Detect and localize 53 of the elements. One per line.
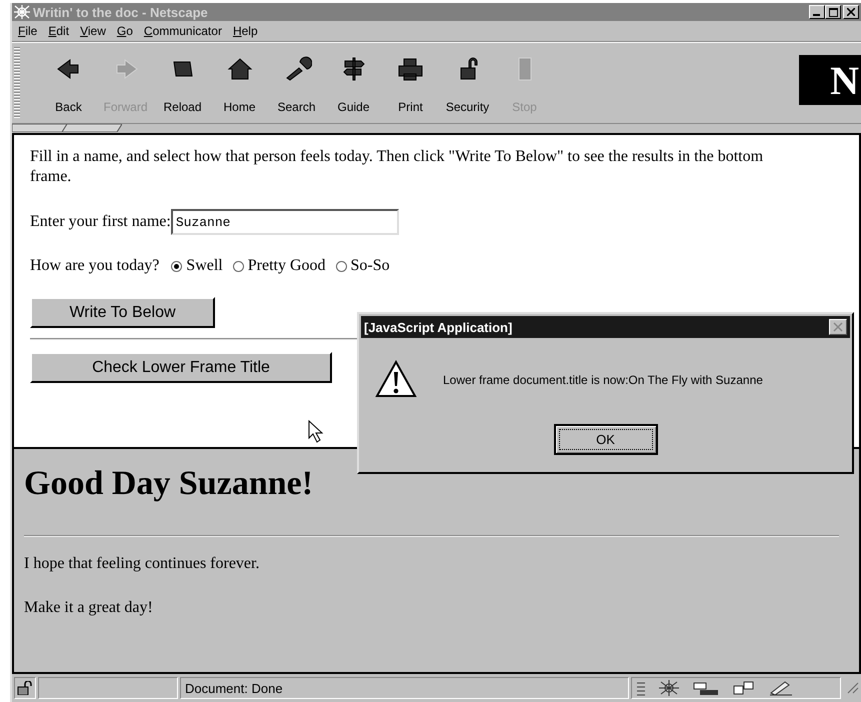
radio-label: Swell xyxy=(186,257,223,275)
radio-label: So-So xyxy=(350,257,390,275)
spider-web-icon[interactable] xyxy=(658,680,680,696)
close-button[interactable] xyxy=(843,5,859,19)
toolbar-button[interactable]: Security xyxy=(439,48,496,118)
mouse-pointer-icon xyxy=(308,420,324,444)
toolbar-button[interactable]: Guide xyxy=(325,48,382,118)
resize-grip-icon[interactable] xyxy=(847,682,859,694)
toolbar-button[interactable]: Search xyxy=(268,48,325,118)
toolbar-button[interactable]: Home xyxy=(211,48,268,118)
netscape-logo: N xyxy=(799,55,861,105)
name-label: Enter your first name: xyxy=(30,213,171,231)
write-button[interactable]: Write To Below xyxy=(30,297,215,328)
name-input-field[interactable]: Suzanne xyxy=(170,209,399,235)
ok-button[interactable]: OK xyxy=(554,424,658,455)
check-title-button[interactable]: Check Lower Frame Title xyxy=(30,352,332,383)
window-title: Writin' to the doc - Netscape xyxy=(33,4,208,20)
collapsed-toolbar-tabs[interactable] xyxy=(12,124,122,132)
radio-button[interactable] xyxy=(232,260,244,272)
mood-label: How are you today? xyxy=(30,257,160,275)
maximize-icon xyxy=(828,8,838,16)
dialog-title: [JavaScript Application] xyxy=(364,320,512,334)
menu-item[interactable]: Edit xyxy=(48,24,70,38)
menu-item[interactable]: Go xyxy=(116,24,133,38)
close-icon xyxy=(833,322,843,332)
menu-item[interactable]: File xyxy=(18,24,38,38)
toolbar-grip[interactable] xyxy=(14,47,20,119)
toolbar-button[interactable]: Back xyxy=(40,48,97,118)
maximize-button[interactable] xyxy=(825,5,841,19)
radio-label: Pretty Good xyxy=(248,257,326,275)
instruction-text: Fill in a name, and select how that person feels today. Then click "Write To Below" to see the results in the bottom frame. xyxy=(30,147,764,187)
status-text: Document: Done xyxy=(180,677,629,699)
body-text: Make it a great day! xyxy=(24,599,154,617)
radio-button[interactable] xyxy=(171,260,182,272)
menu-item[interactable]: View xyxy=(80,24,106,38)
toolbar-button[interactable]: Reload xyxy=(154,48,211,118)
pencil-icon[interactable] xyxy=(768,680,794,696)
body-text: I hope that feeling continues forever. xyxy=(24,555,260,573)
padlock-icon[interactable] xyxy=(17,681,33,695)
close-icon xyxy=(847,8,855,16)
close-button[interactable] xyxy=(829,319,847,335)
spider-web-icon xyxy=(14,5,30,19)
toolbar-button[interactable]: Print xyxy=(382,48,439,118)
chat-bubbles-icon[interactable] xyxy=(732,680,756,696)
dialog-message: Lower frame document.title is now:On The Fly with Suzanne xyxy=(443,373,763,387)
menu-item[interactable]: Help xyxy=(232,24,258,38)
component-bar-icon[interactable] xyxy=(636,680,646,696)
menu-item[interactable]: Communicator xyxy=(144,24,222,38)
warning-icon xyxy=(375,360,417,400)
printer-icon xyxy=(396,56,426,82)
radio-button[interactable] xyxy=(336,260,347,272)
greeting-heading: Good Day Suzanne! xyxy=(24,465,314,503)
minimize-button[interactable] xyxy=(809,5,825,19)
